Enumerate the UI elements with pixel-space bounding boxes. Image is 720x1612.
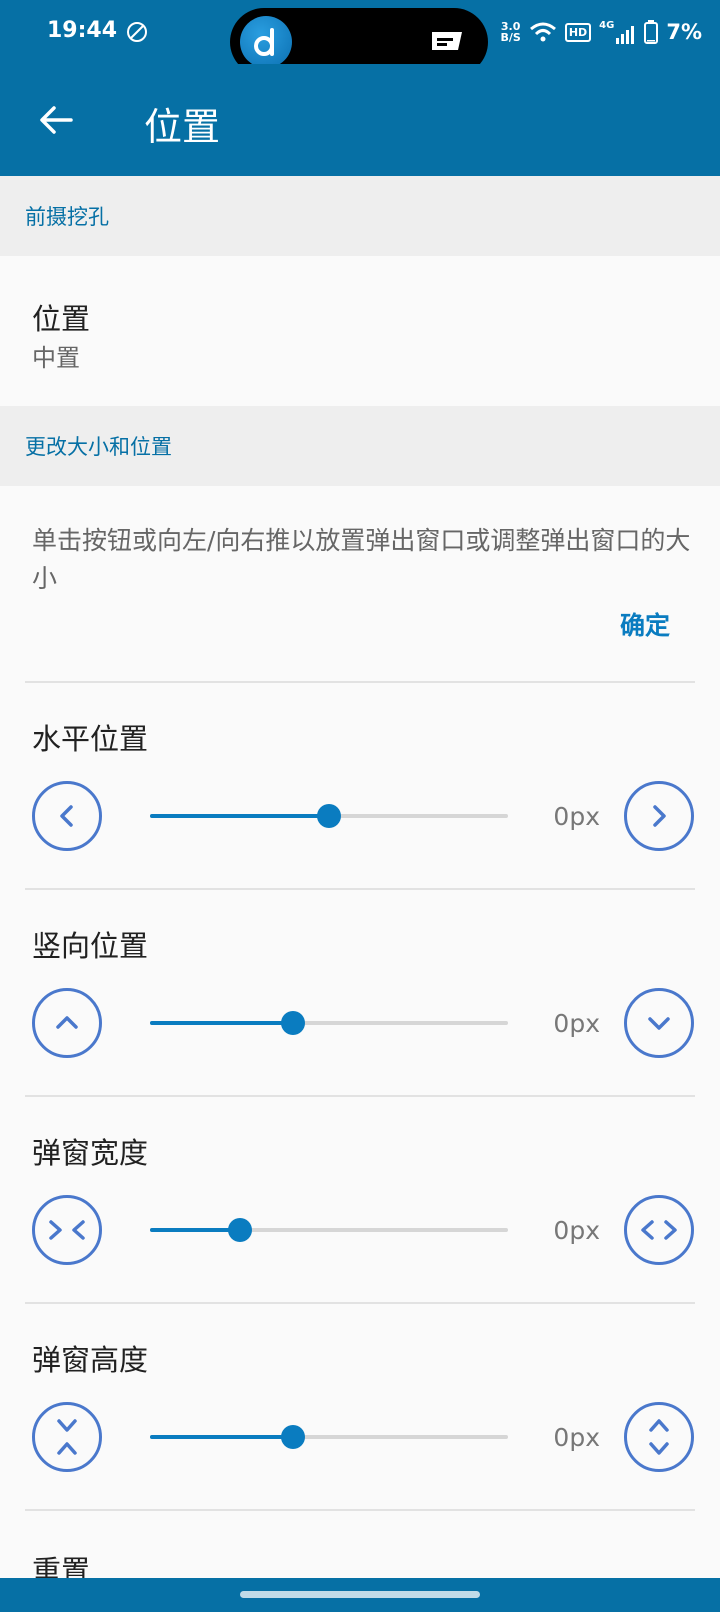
slider-value-width: 0px [553,1216,600,1245]
category-cutout: 前摄挖孔 [0,176,720,256]
resize-description: 单击按钮或向左/向右推以放置弹出窗口或调整弹出窗口的大小 [32,526,691,593]
slider-thumb[interactable] [227,1218,252,1242]
slider-vertical[interactable] [150,1011,508,1035]
wifi-icon [529,22,556,42]
slider-title-horizontal: 水平位置 [32,722,149,756]
move-down-button[interactable] [624,988,694,1058]
move-up-button[interactable] [32,988,102,1058]
confirm-button[interactable]: 确定 [620,606,670,642]
slider-value-horizontal: 0px [553,802,600,831]
slider-value-height: 0px [553,1423,600,1452]
chevron-down-icon [648,1017,670,1030]
expand-horizontal-icon [641,1220,677,1240]
shrink-width-button[interactable] [32,1195,102,1265]
status-bar: 19:44 3.0 B/S HD 4G 7% [0,0,720,76]
battery-icon [644,20,659,44]
slider-fill [150,814,329,818]
page-title: 位置 [144,105,221,149]
status-time: 19:44 [47,18,118,43]
chevron-left-icon [60,805,73,827]
slider-thumb[interactable] [281,1011,306,1035]
toolbar: 位置 [0,64,720,176]
net-speed: 3.0 B/S [500,20,521,44]
shrink-horizontal-icon [49,1220,85,1240]
message-icon [432,32,462,50]
divider [25,1302,695,1304]
slider-horizontal[interactable] [150,804,508,828]
preference-summary: 中置 [32,344,80,372]
back-arrow-icon [40,106,73,134]
divider [25,888,695,890]
slider-title-vertical: 竖向位置 [32,929,149,963]
divider [25,1509,695,1511]
slider-title-width: 弹窗宽度 [32,1136,149,1170]
expand-vertical-icon [649,1419,669,1455]
chevron-up-icon [56,1016,78,1029]
shrink-height-button[interactable] [32,1402,102,1472]
battery-level: 7% [666,20,702,44]
no-sim-icon [127,22,147,42]
slider-value-vertical: 0px [553,1009,600,1038]
gesture-handle[interactable] [240,1591,480,1598]
shrink-vertical-icon [57,1419,77,1455]
divider [25,681,695,683]
move-right-button[interactable] [624,781,694,851]
navigation-bar [0,1578,720,1612]
move-left-button[interactable] [32,781,102,851]
slider-fill [150,1021,294,1025]
signal-bars-icon [616,26,635,44]
expand-height-button[interactable] [624,1402,694,1472]
preference-title: 位置 [32,302,91,336]
slider-title-height: 弹窗高度 [32,1343,149,1377]
preference-position[interactable]: 位置 中置 [0,256,720,406]
slider-width[interactable] [150,1218,508,1242]
back-button[interactable] [30,94,82,146]
status-icons: 3.0 B/S HD 4G 7% [500,14,702,50]
slider-fill [150,1228,240,1232]
app-icon[interactable] [240,16,292,68]
expand-width-button[interactable] [624,1195,694,1265]
slider-height[interactable] [150,1425,508,1449]
slider-fill [150,1435,294,1439]
slider-thumb[interactable] [281,1425,306,1449]
category-resize: 更改大小和位置 [0,406,720,486]
divider [25,1095,695,1097]
cell-signal: 4G [599,20,636,44]
chevron-right-icon [653,805,666,827]
slider-thumb[interactable] [317,804,341,828]
hd-badge: HD [564,22,592,42]
